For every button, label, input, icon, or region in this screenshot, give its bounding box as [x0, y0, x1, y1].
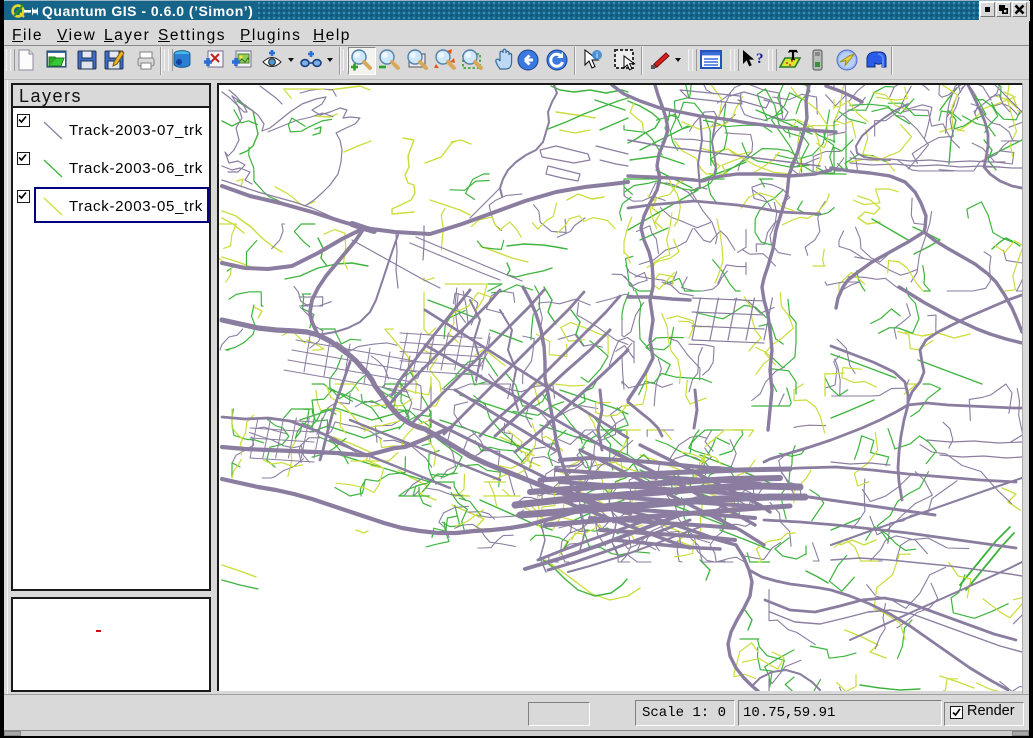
svg-text:?: ?	[756, 51, 764, 67]
svg-text:i: i	[596, 51, 598, 60]
